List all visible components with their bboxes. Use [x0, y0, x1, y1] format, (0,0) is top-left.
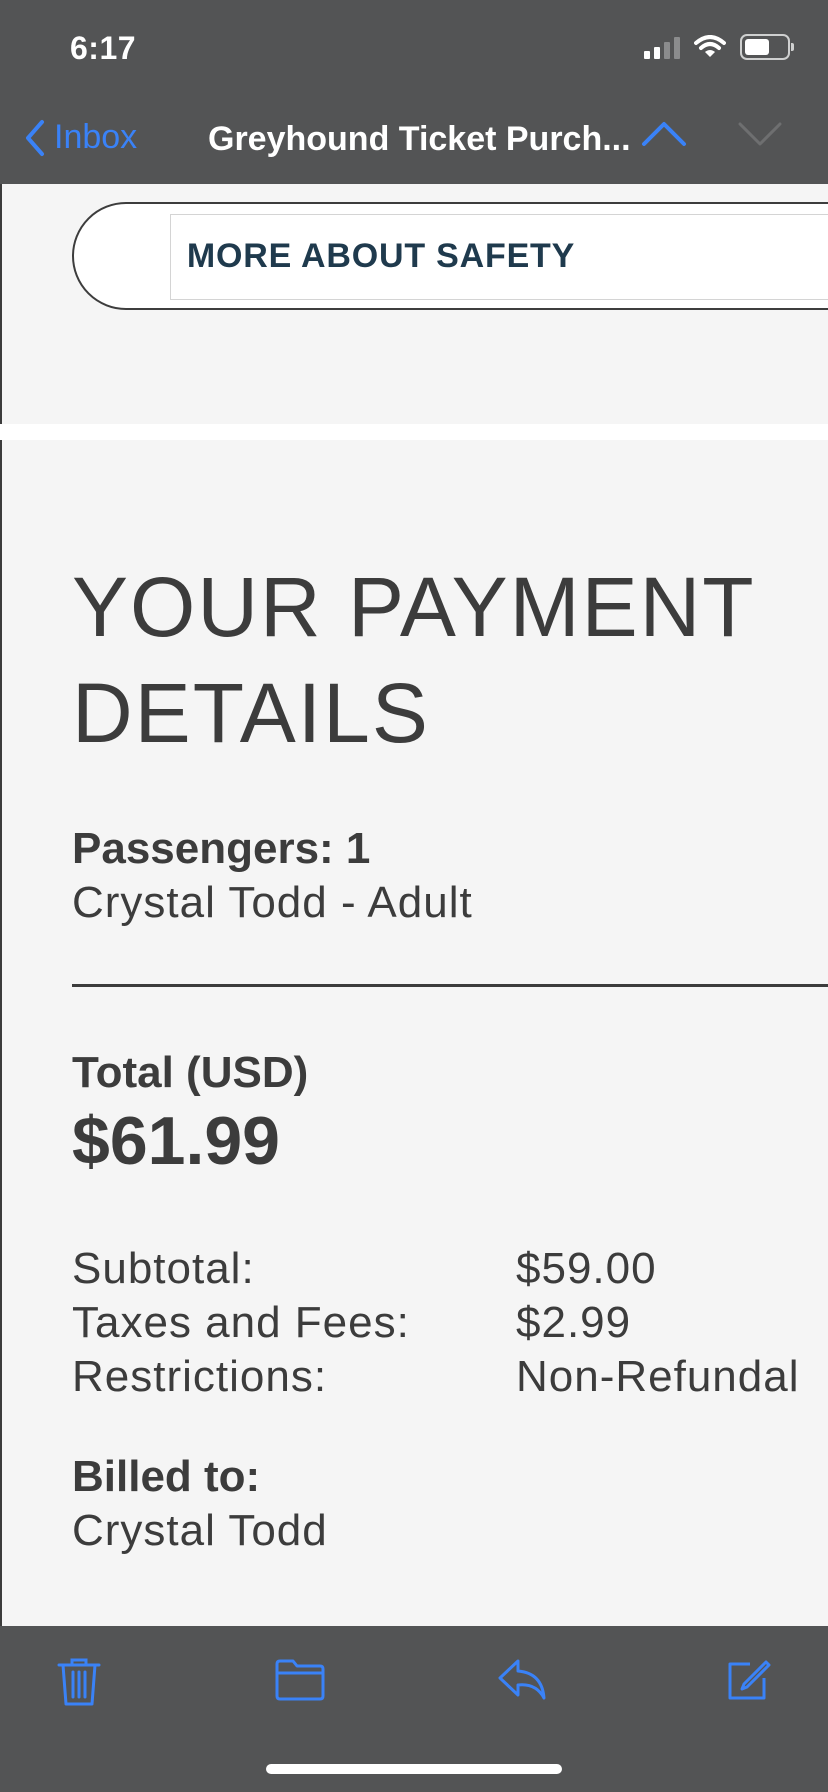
billed-to-name: Crystal Todd [72, 1506, 328, 1555]
line-item-label: Subtotal: [72, 1244, 255, 1293]
passengers-label: Passengers: 1 [72, 824, 371, 873]
folder-icon [275, 1659, 325, 1701]
line-item-taxes: Taxes and Fees: $2.99 [72, 1298, 828, 1352]
email-body[interactable]: MORE ABOUT SAFETY YOUR PAYMENT DETAILS P… [0, 184, 828, 1626]
safety-button-label: MORE ABOUT SAFETY [186, 237, 576, 275]
passenger-name: Crystal Todd - Adult [72, 878, 473, 927]
trash-icon [57, 1658, 101, 1706]
divider-line [72, 984, 828, 987]
back-to-inbox-button[interactable]: Inbox [24, 118, 137, 157]
line-item-label: Restrictions: [72, 1352, 328, 1401]
more-about-safety-button[interactable]: MORE ABOUT SAFETY [170, 214, 828, 300]
reply-icon [498, 1659, 546, 1700]
email-subject-title: Greyhound Ticket Purch... [208, 120, 631, 158]
section-divider [0, 424, 828, 440]
line-item-label: Taxes and Fees: [72, 1298, 410, 1347]
left-border [0, 184, 2, 1626]
back-label: Inbox [54, 118, 138, 156]
line-item-value: Non-Refundal [516, 1352, 800, 1401]
line-item-subtotal: Subtotal: $59.00 [72, 1244, 828, 1298]
chevron-up-icon [642, 122, 686, 146]
line-item-value: $2.99 [516, 1298, 632, 1347]
reply-button[interactable] [496, 1656, 548, 1707]
line-item-value: $59.00 [516, 1244, 657, 1293]
top-bar: 6:17 Inbox Greyhound Ticket Purch... [0, 0, 828, 184]
total-value: $61.99 [72, 1103, 280, 1179]
compose-button[interactable] [724, 1656, 772, 1709]
delete-button[interactable] [56, 1656, 102, 1713]
heading-line-2: DETAILS [72, 666, 430, 760]
total-label: Total (USD) [72, 1048, 309, 1097]
wifi-icon [694, 35, 726, 57]
status-time: 6:17 [70, 30, 137, 66]
previous-message-button[interactable] [640, 118, 688, 153]
cellular-signal-icon [644, 35, 680, 59]
payment-details-heading: YOUR PAYMENT DETAILS [72, 554, 828, 766]
next-message-button[interactable] [736, 118, 784, 153]
compose-icon [728, 1660, 771, 1700]
battery-icon [740, 34, 794, 60]
move-to-folder-button[interactable] [274, 1656, 326, 1707]
chevron-down-icon [738, 122, 782, 146]
safety-banner: MORE ABOUT SAFETY [72, 202, 828, 310]
heading-line-1: YOUR PAYMENT [72, 560, 756, 654]
chevron-left-icon [26, 119, 44, 156]
billed-to-label: Billed to: [72, 1452, 261, 1501]
status-icons [644, 34, 794, 60]
line-item-restrictions: Restrictions: Non-Refundal [72, 1352, 828, 1406]
home-indicator[interactable] [266, 1764, 562, 1774]
